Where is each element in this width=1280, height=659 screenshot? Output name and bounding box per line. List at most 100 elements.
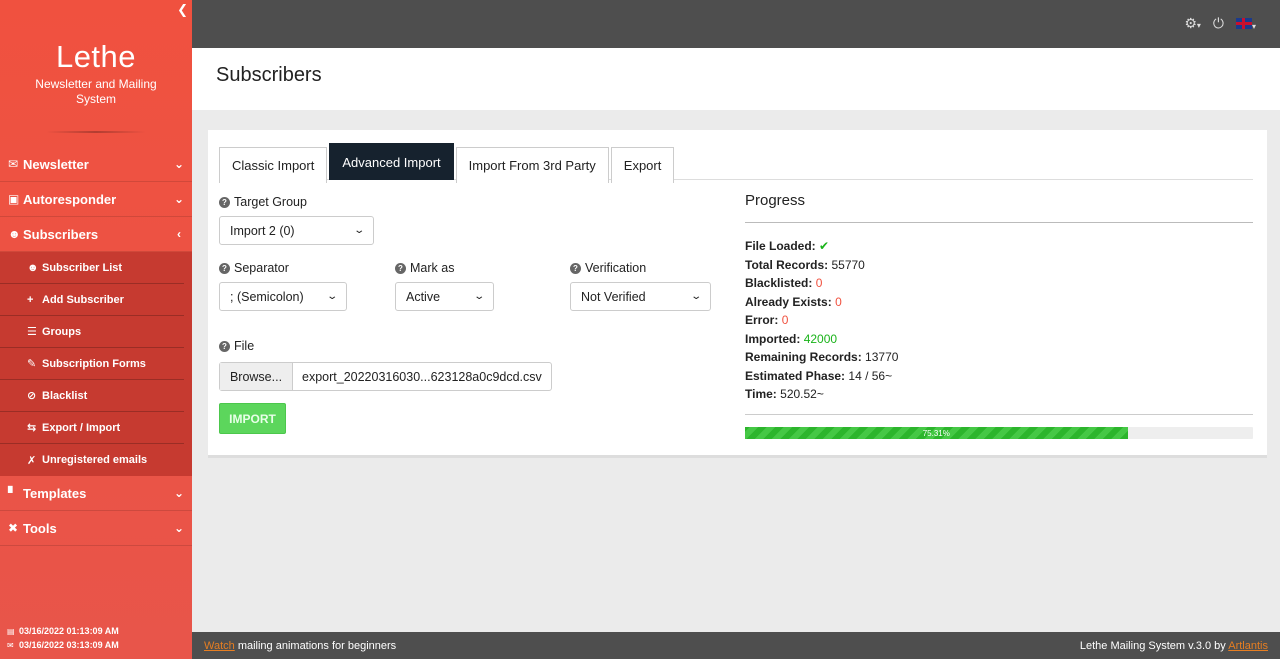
tab-import-from-3rd-party[interactable]: Import From 3rd Party bbox=[455, 147, 609, 183]
server-clock: ▤ 03/16/2022 01:13:09 AM bbox=[7, 626, 119, 636]
envelope-icon: ✉ bbox=[8, 157, 19, 171]
chevron-down-icon: ⌄ bbox=[173, 486, 185, 500]
tab-advanced-import[interactable]: Advanced Import bbox=[329, 143, 454, 180]
uk-flag-icon bbox=[1235, 17, 1252, 29]
target-group-value: Import 2 (0) bbox=[230, 223, 295, 238]
brand-subtitle: Newsletter and Mailing System bbox=[35, 77, 157, 106]
stat-time: Time: 520.52~ bbox=[745, 385, 898, 404]
verification-label: ? Verification bbox=[570, 261, 646, 275]
chevron-down-icon: ⌄ bbox=[173, 157, 185, 171]
target-group-select[interactable]: Import 2 (0) ⌄ bbox=[219, 216, 374, 245]
sidebar-item-templates[interactable]: ▘ Templates ⌄ bbox=[0, 476, 192, 511]
file-label-text: File bbox=[234, 339, 255, 353]
help-icon[interactable]: ? bbox=[395, 262, 406, 274]
users-icon: ☻ bbox=[27, 261, 39, 274]
edit-icon: ✎ bbox=[27, 358, 37, 370]
collapse-sidebar-icon[interactable]: ❮ bbox=[177, 2, 188, 18]
mark-as-select[interactable]: Active ⌄ bbox=[395, 282, 494, 311]
help-icon[interactable]: ? bbox=[219, 340, 230, 352]
stat-label: Total Records: bbox=[745, 257, 829, 272]
stat-phase: Estimated Phase: 14 / 56~ bbox=[745, 367, 898, 386]
target-group-label: ? Target Group bbox=[219, 195, 307, 209]
verification-label-text: Verification bbox=[585, 261, 647, 275]
stat-value: 13770 bbox=[865, 350, 899, 364]
chevron-down-icon: ⌄ bbox=[173, 521, 185, 535]
envelope-icon: ✉ bbox=[7, 641, 14, 650]
file-input[interactable]: Browse... export_20220316030...623128a0c… bbox=[219, 362, 552, 391]
local-time: 03/16/2022 03:13:09 AM bbox=[19, 640, 119, 650]
page-header: Subscribers bbox=[192, 48, 1280, 110]
stat-label: Imported: bbox=[745, 331, 801, 346]
footer: Watch mailing animations for beginners L… bbox=[192, 632, 1280, 659]
user-slash-icon: ✗ bbox=[27, 454, 37, 467]
sidebar-item-label: Subscriber List bbox=[42, 261, 123, 274]
power-icon[interactable]: ⏻ bbox=[1213, 15, 1224, 32]
ban-icon: ⊘ bbox=[27, 390, 37, 402]
browse-button[interactable]: Browse... bbox=[220, 363, 293, 390]
list-icon: ☰ bbox=[27, 326, 37, 338]
separator-select[interactable]: ; (Semicolon) ⌄ bbox=[219, 282, 347, 311]
stat-label: Remaining Records: bbox=[745, 350, 862, 364]
sidebar-item-unregistered-emails[interactable]: ✗ Unregistered emails bbox=[0, 444, 184, 476]
watch-link[interactable]: Watch bbox=[204, 640, 235, 652]
mark-as-label: ? Mark as bbox=[395, 261, 454, 275]
footer-left: Watch mailing animations for beginners bbox=[204, 640, 396, 652]
sidebar-item-newsletter[interactable]: ✉ Newsletter ⌄ bbox=[0, 147, 192, 182]
verification-select[interactable]: Not Verified ⌄ bbox=[570, 282, 711, 311]
sidebar-item-label: Templates bbox=[23, 485, 87, 501]
footer-left-text: mailing animations for beginners bbox=[234, 639, 397, 652]
users-icon: ☻ bbox=[8, 227, 21, 241]
artlantis-link[interactable]: Artlantis bbox=[1228, 640, 1268, 652]
stat-already-exists: Already Exists: 0 bbox=[745, 293, 898, 312]
sidebar-item-export-import[interactable]: ⇆ Export / Import bbox=[0, 412, 184, 444]
paint-roller-icon: ▘ bbox=[8, 486, 18, 500]
stat-label: Time: bbox=[745, 387, 777, 401]
sidebar-item-label: Tools bbox=[23, 520, 57, 536]
stat-value: 42000 bbox=[803, 331, 838, 346]
topbar: ⚙▾ ⏻ ▾ bbox=[192, 0, 1280, 48]
stat-label: Estimated Phase: bbox=[745, 368, 846, 383]
tab-bar: Classic Import Advanced Import Import Fr… bbox=[219, 143, 1253, 183]
separator-value: ; (Semicolon) bbox=[230, 289, 304, 304]
help-icon[interactable]: ? bbox=[219, 196, 230, 208]
import-button[interactable]: IMPORT bbox=[219, 403, 286, 434]
plus-icon: + bbox=[27, 293, 34, 306]
sidebar-item-add-subscriber[interactable]: + Add Subscriber bbox=[0, 284, 184, 316]
sidebar-item-label: Unregistered emails bbox=[42, 454, 148, 466]
tab-export[interactable]: Export bbox=[610, 147, 675, 183]
sidebar-item-label: Groups bbox=[42, 325, 82, 338]
stat-error: Error: 0 bbox=[745, 311, 898, 330]
sidebar-item-blacklist[interactable]: ⊘ Blacklist bbox=[0, 380, 184, 412]
sidebar-item-label: Blacklist bbox=[42, 389, 88, 402]
progress-stats: File Loaded: ✔ Total Records: 55770 Blac… bbox=[745, 237, 898, 404]
file-label: ? File bbox=[219, 339, 254, 353]
help-icon[interactable]: ? bbox=[219, 262, 230, 274]
stat-value: 0 bbox=[835, 294, 842, 309]
separator-label-text: Separator bbox=[234, 261, 289, 275]
sidebar-item-groups[interactable]: ☰ Groups bbox=[0, 316, 184, 348]
robot-icon: ▣ bbox=[8, 192, 20, 206]
chevron-left-icon: ‹ bbox=[177, 227, 181, 241]
local-clock: ✉ 03/16/2022 03:13:09 AM bbox=[7, 640, 119, 650]
settings-gear-icon[interactable]: ⚙▾ bbox=[1184, 15, 1201, 32]
chevron-down-icon: ⌄ bbox=[472, 291, 485, 302]
server-icon: ▤ bbox=[7, 627, 15, 636]
sidebar-item-autoresponder[interactable]: ▣ Autoresponder ⌄ bbox=[0, 182, 192, 217]
stat-value: 14 / 56~ bbox=[848, 368, 893, 383]
stat-value: 0 bbox=[781, 313, 789, 327]
stat-label: File Loaded: bbox=[745, 239, 816, 253]
sidebar-item-subscriber-list[interactable]: ☻ Subscriber List bbox=[0, 252, 184, 284]
topbar-actions: ⚙▾ ⏻ ▾ bbox=[1184, 15, 1256, 32]
brand: Lethe Newsletter and Mailing System bbox=[0, 0, 192, 133]
stat-imported: Imported: 42000 bbox=[745, 330, 898, 349]
sidebar-item-tools[interactable]: ✖ Tools ⌄ bbox=[0, 511, 192, 546]
help-icon[interactable]: ? bbox=[570, 262, 581, 274]
sidebar-item-subscription-forms[interactable]: ✎ Subscription Forms bbox=[0, 348, 184, 380]
sidebar-item-label: Subscribers bbox=[23, 226, 99, 242]
tab-classic-import[interactable]: Classic Import bbox=[219, 147, 328, 183]
language-selector[interactable]: ▾ bbox=[1235, 16, 1256, 32]
subscribers-submenu: ☻ Subscriber List + Add Subscriber ☰ Gro… bbox=[0, 252, 192, 476]
sidebar-item-subscribers[interactable]: ☻ Subscribers ‹ bbox=[0, 217, 192, 252]
stat-label: Blacklisted: bbox=[745, 276, 813, 290]
mark-as-label-text: Mark as bbox=[410, 261, 455, 275]
